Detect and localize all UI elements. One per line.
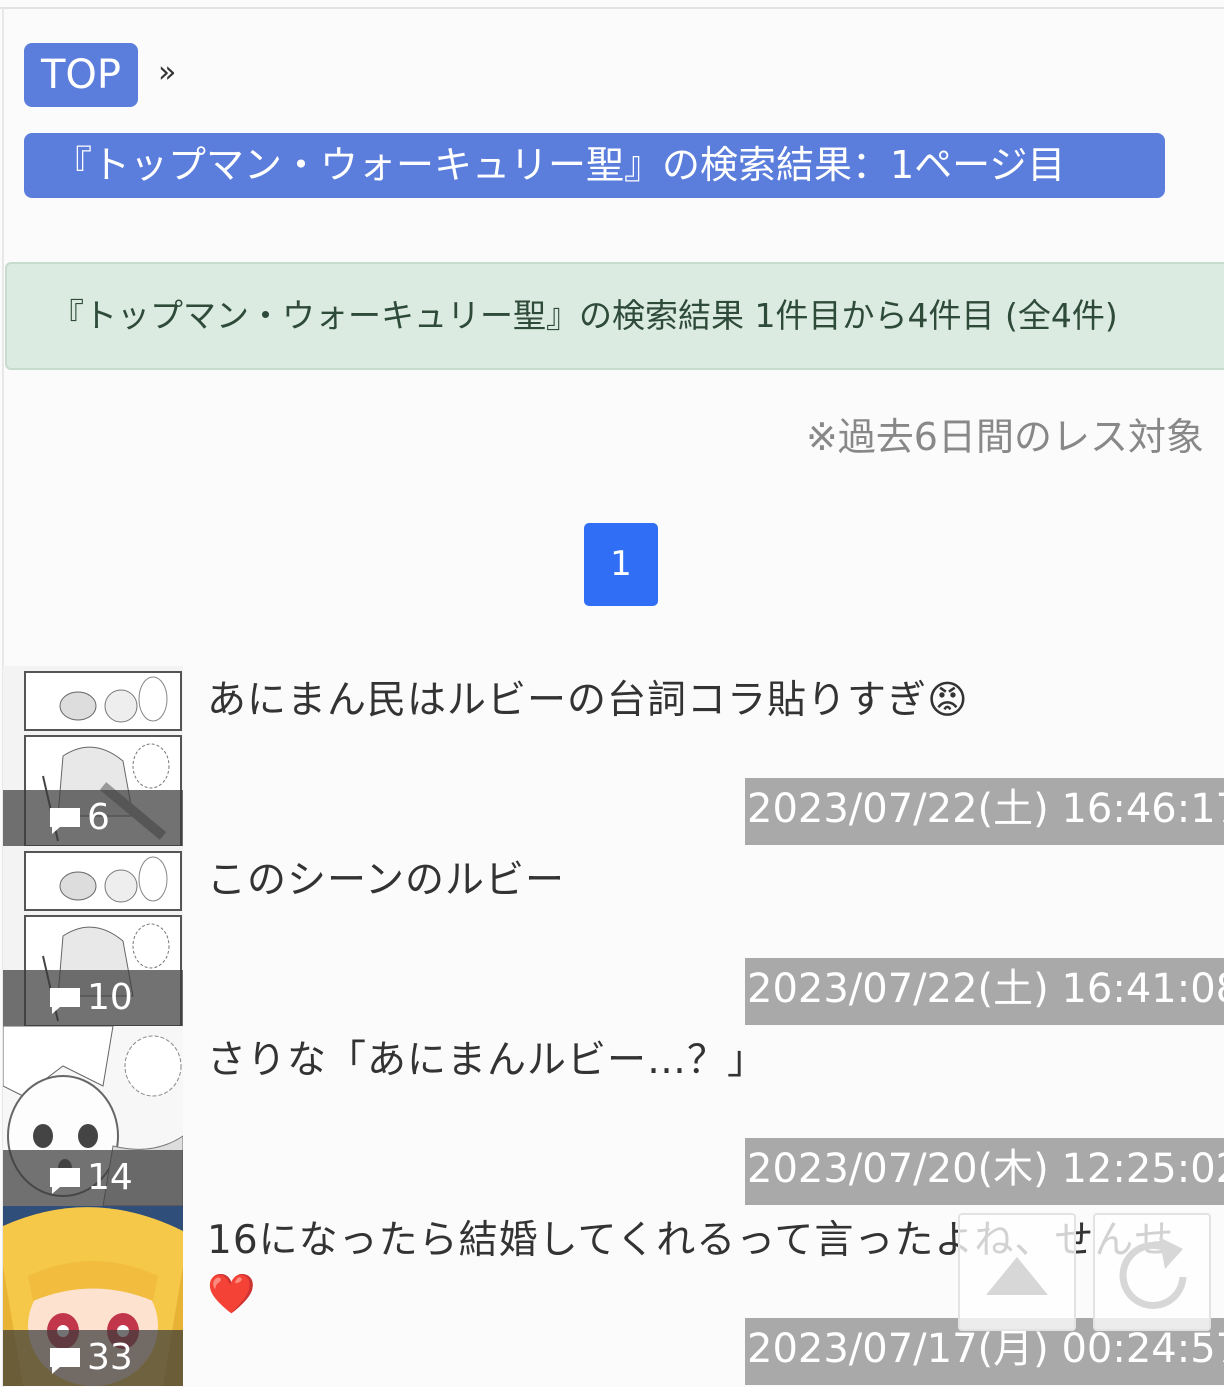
top-divider bbox=[0, 7, 1224, 9]
reply-count-badge: 14 bbox=[3, 1150, 183, 1206]
manga-page-thumbnail-icon[interactable]: 10 bbox=[3, 846, 183, 1026]
reload-button[interactable] bbox=[1093, 1213, 1211, 1331]
thread-date: 2023/07/22(土) 16:41:08 bbox=[745, 958, 1224, 1025]
thread-item[interactable]: 14 さりな「あにまんルビー…？」 2023/07/20(木) 12:25:02 bbox=[0, 1026, 1224, 1206]
breadcrumb-top-link[interactable]: TOP bbox=[24, 43, 138, 107]
manga-character-thumbnail-icon[interactable]: 14 bbox=[3, 1026, 183, 1206]
reply-count: 10 bbox=[87, 977, 133, 1018]
search-result-summary: 『トップマン・ウォーキュリー聖』の検索結果 1件目から4件目 (全4件) bbox=[5, 262, 1224, 370]
comment-icon bbox=[50, 1348, 80, 1374]
reload-icon bbox=[1119, 1237, 1187, 1309]
breadcrumb-current: 『トップマン・ウォーキュリー聖』の検索結果：1ページ目 bbox=[24, 133, 1165, 198]
search-scope-note: ※過去6日間のレス対象 bbox=[805, 415, 1204, 459]
triangle-up-icon bbox=[986, 1257, 1048, 1295]
breadcrumb-separator: » bbox=[158, 55, 177, 90]
reply-count: 33 bbox=[87, 1337, 133, 1378]
reply-count: 14 bbox=[87, 1157, 133, 1198]
reply-count: 6 bbox=[87, 797, 110, 838]
thread-title[interactable]: あにまん民はルビーの台詞コラ貼りすぎ😡 bbox=[207, 674, 1207, 728]
thread-item[interactable]: 6 あにまん民はルビーの台詞コラ貼りすぎ😡 2023/07/22(土) 16:4… bbox=[0, 666, 1224, 846]
scroll-to-top-button[interactable] bbox=[958, 1213, 1076, 1331]
thread-date: 2023/07/22(土) 16:46:17 bbox=[745, 778, 1224, 845]
thread-title[interactable]: このシーンのルビー bbox=[207, 854, 1207, 908]
thread-title[interactable]: さりな「あにまんルビー…？」 bbox=[207, 1034, 1207, 1088]
page: TOP » 『トップマン・ウォーキュリー聖』の検索結果：1ページ目 『トップマン… bbox=[0, 0, 1224, 1387]
comment-icon bbox=[50, 988, 80, 1014]
anime-character-thumbnail-icon[interactable]: 33 bbox=[3, 1206, 183, 1386]
comment-icon bbox=[50, 1168, 80, 1194]
reply-count-badge: 33 bbox=[3, 1330, 183, 1386]
reply-count-badge: 10 bbox=[3, 970, 183, 1026]
manga-page-thumbnail-icon[interactable]: 6 bbox=[3, 666, 183, 846]
pagination-page-1[interactable]: 1 bbox=[584, 523, 658, 606]
comment-icon bbox=[50, 808, 80, 834]
thread-date: 2023/07/20(木) 12:25:02 bbox=[745, 1138, 1224, 1205]
thread-item[interactable]: 10 このシーンのルビー 2023/07/22(土) 16:41:08 bbox=[0, 846, 1224, 1026]
reply-count-badge: 6 bbox=[3, 790, 183, 846]
